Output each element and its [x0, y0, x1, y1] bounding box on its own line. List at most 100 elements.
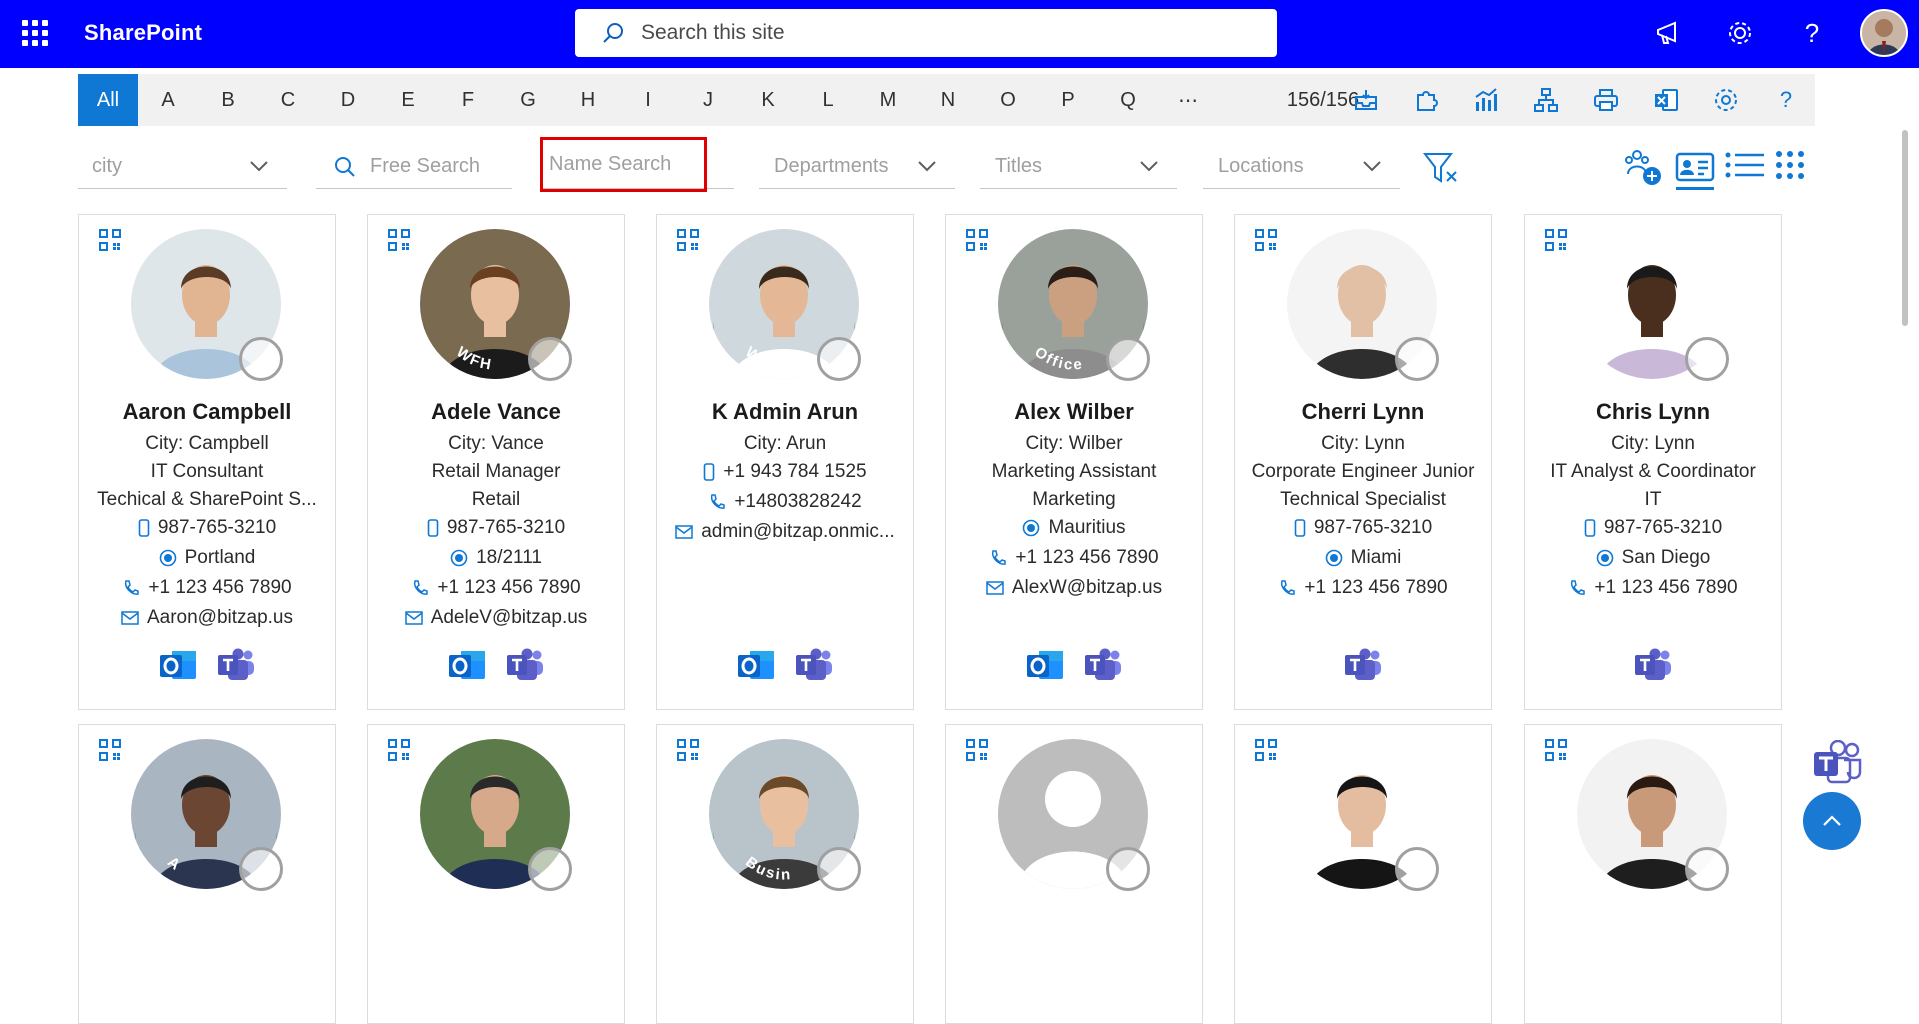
person-name[interactable]: Chris Lynn [1525, 399, 1781, 425]
help-icon[interactable]: ? [1795, 16, 1829, 50]
qr-code-icon[interactable] [98, 228, 122, 252]
qr-code-icon[interactable] [676, 228, 700, 252]
mobile-text[interactable]: 987-765-3210 [1314, 517, 1432, 539]
teams-icon[interactable] [505, 647, 545, 683]
inbox-icon[interactable] [1351, 85, 1381, 115]
card-view-icon[interactable] [1674, 150, 1716, 197]
teams-icon[interactable] [1343, 647, 1383, 683]
qr-code-icon[interactable] [1544, 228, 1568, 252]
outlook-icon[interactable] [158, 647, 198, 683]
outlook-icon[interactable] [447, 647, 487, 683]
mobile-text[interactable]: 987-765-3210 [158, 517, 276, 539]
excel-icon[interactable] [1651, 85, 1681, 115]
app-brand[interactable]: SharePoint [84, 20, 202, 46]
teams-icon[interactable] [1083, 647, 1123, 683]
qr-code-icon[interactable] [1254, 228, 1278, 252]
mail-text[interactable]: admin@bitzap.onmic... [701, 521, 895, 543]
person-card[interactable] [367, 724, 625, 1024]
print-icon[interactable] [1591, 85, 1621, 115]
person-name[interactable]: Adele Vance [368, 399, 624, 425]
letter-b[interactable]: B [198, 74, 258, 126]
mail-text[interactable]: AlexW@bitzap.us [1012, 577, 1162, 599]
qr-code-icon[interactable] [1254, 738, 1278, 762]
phone-text[interactable]: +1 123 456 7890 [148, 577, 291, 599]
page-scrollbar[interactable] [1902, 130, 1908, 326]
help-icon[interactable]: ? [1771, 85, 1801, 115]
qr-code-icon[interactable] [387, 738, 411, 762]
more-letters-button[interactable]: ⋯ [1158, 74, 1218, 126]
qr-code-icon[interactable] [387, 228, 411, 252]
mobile-text[interactable]: 987-765-3210 [1604, 517, 1722, 539]
person-card[interactable]: WFH Adele Vance City: Vance Retail Manager R… [367, 214, 625, 710]
qr-code-icon[interactable] [98, 738, 122, 762]
teams-icon[interactable] [1633, 647, 1673, 683]
person-card[interactable]: Office Alex Wilber City: Wilber Marketing A… [945, 214, 1203, 710]
list-view-icon[interactable] [1724, 150, 1766, 185]
letter-g[interactable]: G [498, 74, 558, 126]
mail-text[interactable]: Aaron@bitzap.us [147, 607, 293, 629]
user-avatar[interactable] [1860, 9, 1908, 57]
qr-code-icon[interactable] [676, 738, 700, 762]
outlook-icon[interactable] [1025, 647, 1065, 683]
person-name[interactable]: K Admin Arun [657, 399, 913, 425]
letter-i[interactable]: I [618, 74, 678, 126]
letter-j[interactable]: J [678, 74, 738, 126]
person-card[interactable]: Chris Lynn City: Lynn IT Analyst & Coordin… [1524, 214, 1782, 710]
site-search-box[interactable]: Search this site [575, 9, 1277, 57]
phone-text[interactable]: +1 123 456 7890 [1015, 547, 1158, 569]
outlook-icon[interactable] [736, 647, 776, 683]
phone-text[interactable]: +1 123 456 7890 [437, 577, 580, 599]
person-card[interactable] [1234, 724, 1492, 1024]
letter-c[interactable]: C [258, 74, 318, 126]
org-chart-icon[interactable] [1531, 85, 1561, 115]
letter-all[interactable]: All [78, 74, 138, 126]
megaphone-icon[interactable] [1652, 16, 1686, 50]
puzzle-icon[interactable] [1411, 85, 1441, 115]
letter-a[interactable]: A [138, 74, 198, 126]
person-card[interactable]: Busin [656, 724, 914, 1024]
qr-code-icon[interactable] [965, 738, 989, 762]
city-dropdown[interactable]: city [78, 145, 287, 189]
person-card[interactable]: A [78, 724, 336, 1024]
mobile-text[interactable]: 987-765-3210 [447, 517, 565, 539]
letter-n[interactable]: N [918, 74, 978, 126]
person-card[interactable]: Cherri Lynn City: Lynn Corporate Engineer … [1234, 214, 1492, 710]
letter-m[interactable]: M [858, 74, 918, 126]
teams-icon[interactable] [794, 647, 834, 683]
letter-q[interactable]: Q [1098, 74, 1158, 126]
letter-l[interactable]: L [798, 74, 858, 126]
grid-view-icon[interactable] [1775, 150, 1805, 185]
letter-h[interactable]: H [558, 74, 618, 126]
person-name[interactable]: Cherri Lynn [1235, 399, 1491, 425]
teams-icon[interactable] [216, 647, 256, 683]
locations-dropdown[interactable]: Locations [1203, 145, 1400, 189]
person-card[interactable]: Aaron Campbell City: Campbell IT Consultan… [78, 214, 336, 710]
scroll-to-top-button[interactable] [1803, 792, 1861, 850]
letter-k[interactable]: K [738, 74, 798, 126]
mail-text[interactable]: AdeleV@bitzap.us [431, 607, 588, 629]
name-search-input[interactable]: Name Search [540, 137, 707, 192]
phone-text[interactable]: +1 123 456 7890 [1594, 577, 1737, 599]
titles-dropdown[interactable]: Titles [980, 145, 1177, 189]
letter-e[interactable]: E [378, 74, 438, 126]
qr-code-icon[interactable] [965, 228, 989, 252]
person-card[interactable]: WFH K Admin Arun City: Arun +1 943 784 1525… [656, 214, 914, 710]
chart-icon[interactable] [1471, 85, 1501, 115]
settings-icon[interactable] [1711, 85, 1741, 115]
gear-icon[interactable] [1723, 16, 1757, 50]
letter-o[interactable]: O [978, 74, 1038, 126]
mobile-text[interactable]: +1 943 784 1525 [723, 461, 866, 483]
letter-p[interactable]: P [1038, 74, 1098, 126]
add-people-icon[interactable] [1622, 146, 1664, 193]
letter-f[interactable]: F [438, 74, 498, 126]
person-card[interactable] [945, 724, 1203, 1024]
departments-dropdown[interactable]: Departments [759, 145, 955, 189]
person-name[interactable]: Alex Wilber [946, 399, 1202, 425]
person-card[interactable] [1524, 724, 1782, 1024]
teams-chat-icon[interactable] [1812, 739, 1864, 793]
phone-text[interactable]: +14803828242 [734, 491, 861, 513]
person-name[interactable]: Aaron Campbell [79, 399, 335, 425]
letter-d[interactable]: D [318, 74, 378, 126]
phone-text[interactable]: +1 123 456 7890 [1304, 577, 1447, 599]
waffle-icon[interactable] [22, 20, 48, 46]
